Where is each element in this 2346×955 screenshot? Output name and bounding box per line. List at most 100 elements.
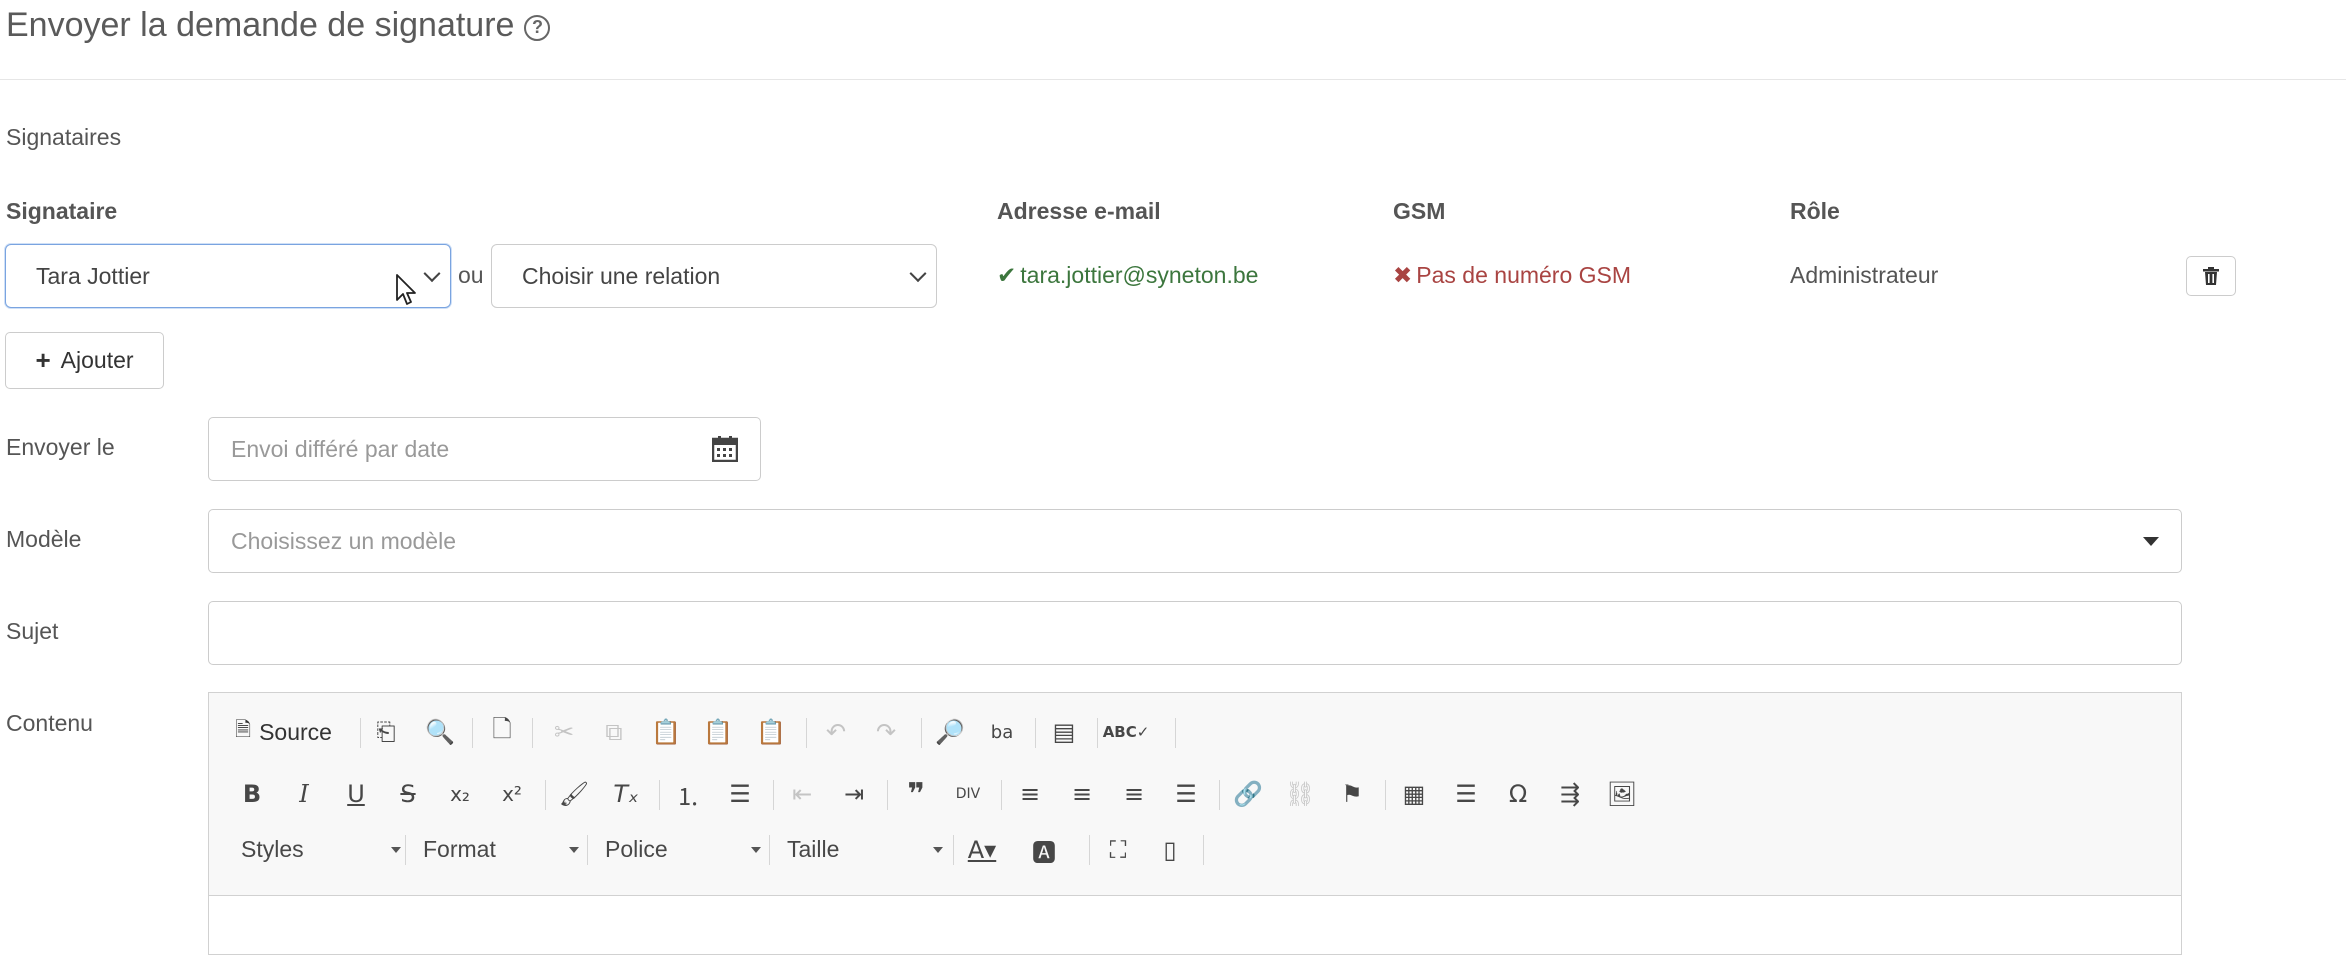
page-break-icon[interactable]: ⇶ bbox=[1553, 777, 1587, 811]
select-all-icon[interactable]: ▤ bbox=[1047, 715, 1081, 749]
cut-icon[interactable]: ✂ bbox=[547, 715, 581, 749]
email-cell: ✔ tara.jottier@syneton.be bbox=[997, 262, 1258, 289]
email-value: tara.jottier@syneton.be bbox=[1020, 262, 1259, 288]
caret-down-icon bbox=[2143, 536, 2159, 546]
calendar-button[interactable] bbox=[690, 417, 761, 481]
justify-icon[interactable]: ☰ bbox=[1169, 777, 1203, 811]
div-container-icon[interactable]: DIV bbox=[951, 777, 985, 811]
undo-icon[interactable]: ↶ bbox=[819, 715, 853, 749]
redo-icon[interactable]: ↷ bbox=[869, 715, 903, 749]
gsm-value: Pas de numéro GSM bbox=[1416, 262, 1632, 288]
cross-icon: ✖ bbox=[1393, 262, 1413, 289]
check-icon: ✔ bbox=[997, 262, 1017, 289]
templates-icon[interactable]: 🗋 bbox=[485, 715, 519, 749]
size-combo-label: Taille bbox=[787, 835, 840, 862]
copy-icon[interactable]: ⧉ bbox=[597, 715, 631, 749]
outdent-icon[interactable]: ⇤ bbox=[785, 777, 819, 811]
styles-combo-label: Styles bbox=[241, 835, 304, 862]
align-center-icon[interactable]: ≡ bbox=[1065, 777, 1099, 811]
chevron-down-icon bbox=[423, 265, 441, 283]
numbered-list-icon[interactable]: ⒈ bbox=[671, 777, 705, 811]
format-combo-label: Format bbox=[423, 835, 496, 862]
page-title: Envoyer la demande de signature ? bbox=[6, 6, 551, 45]
send-date-input[interactable]: Envoi différé par date bbox=[208, 417, 691, 481]
caret-down-icon bbox=[391, 847, 401, 853]
content-label: Contenu bbox=[6, 710, 93, 736]
format-combo[interactable]: Format bbox=[411, 827, 587, 871]
caret-down-icon bbox=[933, 847, 943, 853]
mouse-cursor-icon bbox=[396, 274, 416, 305]
remove-format-icon[interactable]: Tₓ bbox=[609, 777, 643, 811]
signataires-section-label: Signataires bbox=[6, 124, 122, 150]
background-color-icon[interactable]: 🅰 bbox=[1027, 833, 1061, 867]
font-combo-label: Police bbox=[605, 835, 668, 862]
plus-icon: + bbox=[35, 345, 51, 375]
add-signer-button[interactable]: + Ajouter bbox=[5, 332, 164, 389]
image-icon[interactable]: 🖼 bbox=[1605, 777, 1639, 811]
header-divider bbox=[0, 79, 2346, 80]
link-icon[interactable]: 🔗 bbox=[1231, 777, 1265, 811]
maximize-icon[interactable]: ⛶ bbox=[1101, 833, 1135, 867]
page-title-text: Envoyer la demande de signature bbox=[6, 6, 515, 44]
template-label: Modèle bbox=[6, 526, 82, 552]
template-select[interactable]: Choisissez un modèle bbox=[208, 509, 2122, 573]
paste-word-icon[interactable]: 📋 bbox=[754, 715, 788, 749]
signer-select-value: Tara Jottier bbox=[36, 262, 150, 289]
column-header-gsm: GSM bbox=[1393, 198, 1446, 224]
column-header-email: Adresse e-mail bbox=[997, 198, 1161, 224]
preview-icon[interactable]: 🔍 bbox=[423, 715, 457, 749]
calendar-icon bbox=[712, 436, 738, 462]
signer-select[interactable]: Tara Jottier bbox=[5, 244, 451, 308]
replace-icon[interactable]: ba bbox=[985, 715, 1019, 749]
copy-format-icon[interactable]: 🖌 bbox=[557, 777, 591, 811]
text-color-icon[interactable]: A▾ bbox=[965, 833, 999, 867]
subject-input[interactable] bbox=[208, 601, 2182, 665]
paste-text-icon[interactable]: 📋 bbox=[701, 715, 735, 749]
align-right-icon[interactable]: ≡ bbox=[1117, 777, 1151, 811]
save-icon[interactable]: ⎗ bbox=[369, 715, 403, 749]
anchor-flag-icon[interactable]: ⚑ bbox=[1335, 777, 1369, 811]
paste-icon[interactable]: 📋 bbox=[649, 715, 683, 749]
source-button[interactable]: 🗎 Source bbox=[235, 715, 332, 749]
font-combo[interactable]: Police bbox=[593, 827, 769, 871]
caret-down-icon bbox=[751, 847, 761, 853]
unlink-icon[interactable]: ⛓ bbox=[1283, 777, 1317, 811]
special-char-omega-icon[interactable]: Ω bbox=[1501, 777, 1535, 811]
column-header-signer: Signataire bbox=[6, 198, 118, 224]
find-icon[interactable]: 🔎 bbox=[933, 715, 967, 749]
strikethrough-icon[interactable]: S bbox=[391, 777, 425, 811]
subscript-icon[interactable]: x₂ bbox=[443, 777, 477, 811]
size-combo[interactable]: Taille bbox=[775, 827, 951, 871]
add-signer-label: Ajouter bbox=[60, 347, 134, 373]
role-value: Administrateur bbox=[1790, 262, 1939, 288]
blockquote-icon[interactable]: ❞ bbox=[899, 777, 933, 812]
indent-icon[interactable]: ⇥ bbox=[837, 777, 871, 811]
column-header-role: Rôle bbox=[1790, 198, 1840, 224]
chevron-down-icon bbox=[909, 265, 927, 283]
show-blocks-icon[interactable]: ▯ bbox=[1153, 833, 1187, 867]
underline-icon[interactable]: U bbox=[339, 777, 373, 811]
relation-select-value: Choisir une relation bbox=[522, 262, 721, 289]
source-icon: 🗎 bbox=[235, 719, 252, 741]
delete-signer-button[interactable] bbox=[2186, 256, 2236, 296]
horizontal-rule-icon[interactable]: ☰ bbox=[1449, 777, 1483, 811]
question-circle-icon[interactable]: ? bbox=[524, 14, 551, 41]
send-date-label: Envoyer le bbox=[6, 434, 115, 460]
or-separator: ou bbox=[458, 262, 484, 288]
bulleted-list-icon[interactable]: ☰ bbox=[723, 777, 757, 811]
table-icon[interactable]: ▦ bbox=[1397, 777, 1431, 811]
bold-icon[interactable]: B bbox=[235, 777, 269, 811]
trash-icon bbox=[2203, 267, 2219, 285]
gsm-cell: ✖ Pas de numéro GSM bbox=[1393, 262, 1631, 289]
italic-icon[interactable]: I bbox=[287, 777, 321, 811]
spellcheck-icon[interactable]: ABC✓ bbox=[1103, 715, 1150, 749]
styles-combo[interactable]: Styles bbox=[229, 827, 409, 871]
subject-label: Sujet bbox=[6, 618, 59, 644]
source-label: Source bbox=[259, 718, 332, 745]
template-dropdown-button[interactable] bbox=[2121, 509, 2182, 573]
superscript-icon[interactable]: x² bbox=[495, 777, 529, 811]
caret-down-icon bbox=[569, 847, 579, 853]
editor-content-area[interactable] bbox=[208, 895, 2182, 955]
align-left-icon[interactable]: ≡ bbox=[1013, 777, 1047, 811]
relation-select[interactable]: Choisir une relation bbox=[491, 244, 937, 308]
